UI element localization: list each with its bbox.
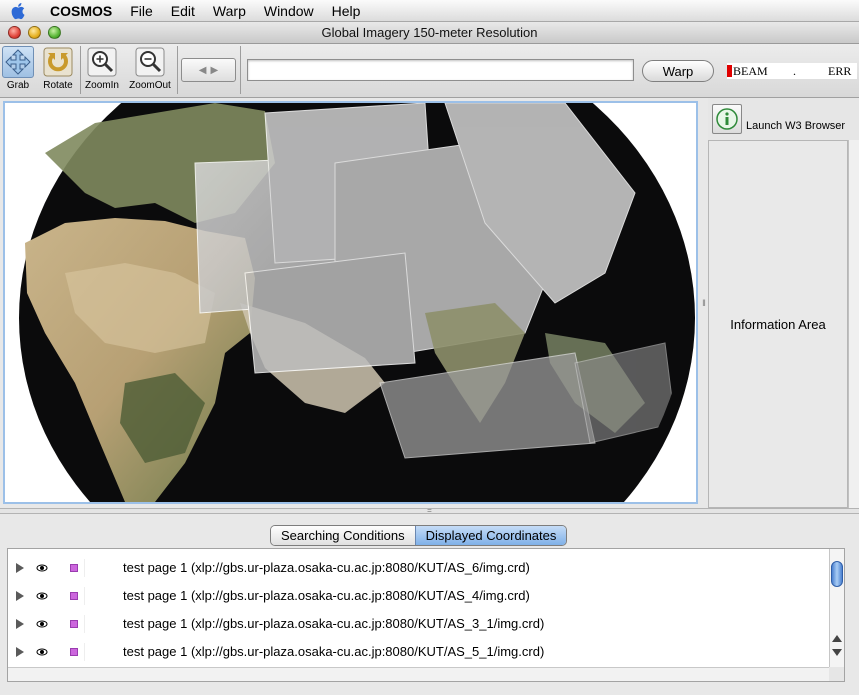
eye-icon[interactable] — [36, 562, 48, 574]
zoom-window-button[interactable] — [48, 26, 61, 39]
rotate-icon — [42, 46, 74, 78]
eye-icon[interactable] — [36, 646, 48, 658]
window-title: Global Imagery 150-meter Resolution — [321, 25, 538, 40]
list-vertical-scrollbar[interactable] — [829, 549, 844, 681]
disclosure-triangle-icon[interactable] — [16, 647, 24, 657]
close-window-button[interactable] — [8, 26, 21, 39]
eye-icon[interactable] — [36, 618, 48, 630]
rotate-tool-button[interactable]: Rotate — [39, 46, 77, 91]
toolbar-separator — [240, 46, 241, 94]
information-area-label: Information Area — [730, 316, 826, 332]
info-icon — [716, 108, 738, 130]
scrollbar-thumb[interactable] — [831, 561, 843, 587]
beam-err-label: ERR — [828, 63, 852, 78]
menu-warp[interactable]: Warp — [204, 0, 255, 22]
address-input[interactable] — [247, 59, 634, 81]
warp-button[interactable]: Warp — [642, 60, 714, 82]
row-cell — [84, 643, 108, 661]
list-horizontal-scrollbar[interactable] — [8, 667, 830, 681]
grab-tool-button[interactable]: Grab — [2, 46, 34, 91]
toolbar: Grab Rotate ZoomIn ZoomOut ◀ ▶ Warp BEAM… — [0, 44, 859, 98]
menu-bar: COSMOS File Edit Warp Window Help — [0, 0, 859, 22]
list-item[interactable]: test page 1 (xlp://gbs.ur-plaza.osaka-cu… — [8, 554, 830, 582]
tab-displayed-coordinates[interactable]: Displayed Coordinates — [414, 526, 567, 545]
horizontal-splitter[interactable]: = — [0, 507, 859, 515]
minimize-window-button[interactable] — [28, 26, 41, 39]
launch-browser-label: Launch W3 Browser — [746, 120, 846, 132]
list-item-label: test page 1 (xlp://gbs.ur-plaza.osaka-cu… — [123, 616, 545, 631]
info-scrollbar[interactable] — [848, 140, 859, 508]
color-checkbox[interactable] — [70, 564, 78, 572]
back-arrow-icon[interactable]: ◀ — [199, 65, 207, 76]
scroll-down-arrow-icon[interactable] — [832, 649, 842, 656]
zoom-out-label: ZoomOut — [129, 80, 171, 91]
row-cell — [84, 587, 108, 605]
tab-bar: Searching Conditions Displayed Coordinat… — [270, 525, 568, 546]
beam-dot: . — [793, 63, 796, 78]
beam-level-marker — [727, 65, 732, 77]
menu-edit[interactable]: Edit — [162, 0, 204, 22]
info-sidebar: Launch W3 Browser Information Area — [708, 98, 859, 508]
row-cell — [84, 559, 108, 577]
beam-label: BEAM — [733, 63, 768, 78]
color-checkbox[interactable] — [70, 620, 78, 628]
vertical-splitter[interactable]: ‖ — [700, 100, 708, 505]
list-item-label: test page 1 (xlp://gbs.ur-plaza.osaka-cu… — [123, 560, 530, 575]
menu-help[interactable]: Help — [323, 0, 370, 22]
apple-menu-icon[interactable] — [0, 0, 38, 22]
zoom-in-label: ZoomIn — [85, 80, 119, 91]
globe-rendering[interactable] — [5, 103, 696, 502]
zoom-in-tool-button[interactable]: ZoomIn — [83, 46, 121, 91]
row-cell — [84, 615, 108, 633]
disclosure-triangle-icon[interactable] — [16, 591, 24, 601]
zoom-out-icon — [134, 46, 166, 78]
menu-file[interactable]: File — [121, 0, 162, 22]
coordinates-list: test page 1 (xlp://gbs.ur-plaza.osaka-cu… — [7, 548, 845, 682]
grab-label: Grab — [6, 80, 30, 91]
imagery-tile — [244, 252, 416, 374]
launch-browser-button[interactable] — [712, 104, 742, 134]
scroll-up-arrow-icon[interactable] — [832, 635, 842, 642]
forward-arrow-icon[interactable]: ▶ — [211, 65, 219, 76]
globe-map-view[interactable] — [3, 101, 698, 504]
list-item-label: test page 1 (xlp://gbs.ur-plaza.osaka-cu… — [123, 588, 530, 603]
resize-corner[interactable] — [829, 667, 844, 681]
toolbar-separator — [177, 46, 178, 94]
disclosure-triangle-icon[interactable] — [16, 563, 24, 573]
window-titlebar[interactable]: Global Imagery 150-meter Resolution — [0, 22, 859, 44]
list-item-label: test page 1 (xlp://gbs.ur-plaza.osaka-cu… — [123, 644, 545, 659]
zoom-out-tool-button[interactable]: ZoomOut — [126, 46, 174, 91]
disclosure-triangle-icon[interactable] — [16, 619, 24, 629]
eye-icon[interactable] — [36, 590, 48, 602]
menu-app-name[interactable]: COSMOS — [38, 0, 121, 22]
tab-searching-conditions[interactable]: Searching Conditions — [271, 526, 415, 545]
back-forward-control[interactable]: ◀ ▶ — [181, 58, 236, 82]
information-area: Information Area — [708, 140, 848, 508]
beam-status-indicator: BEAM . ERR — [727, 63, 857, 79]
list-item[interactable]: test page 1 (xlp://gbs.ur-plaza.osaka-cu… — [8, 638, 830, 666]
grab-icon — [2, 46, 34, 78]
zoom-in-icon — [86, 46, 118, 78]
list-item[interactable]: test page 1 (xlp://gbs.ur-plaza.osaka-cu… — [8, 610, 830, 638]
color-checkbox[interactable] — [70, 592, 78, 600]
rotate-label: Rotate — [43, 80, 73, 91]
color-checkbox[interactable] — [70, 648, 78, 656]
toolbar-separator — [80, 46, 81, 94]
list-item[interactable]: test page 1 (xlp://gbs.ur-plaza.osaka-cu… — [8, 582, 830, 610]
menu-window[interactable]: Window — [255, 0, 323, 22]
